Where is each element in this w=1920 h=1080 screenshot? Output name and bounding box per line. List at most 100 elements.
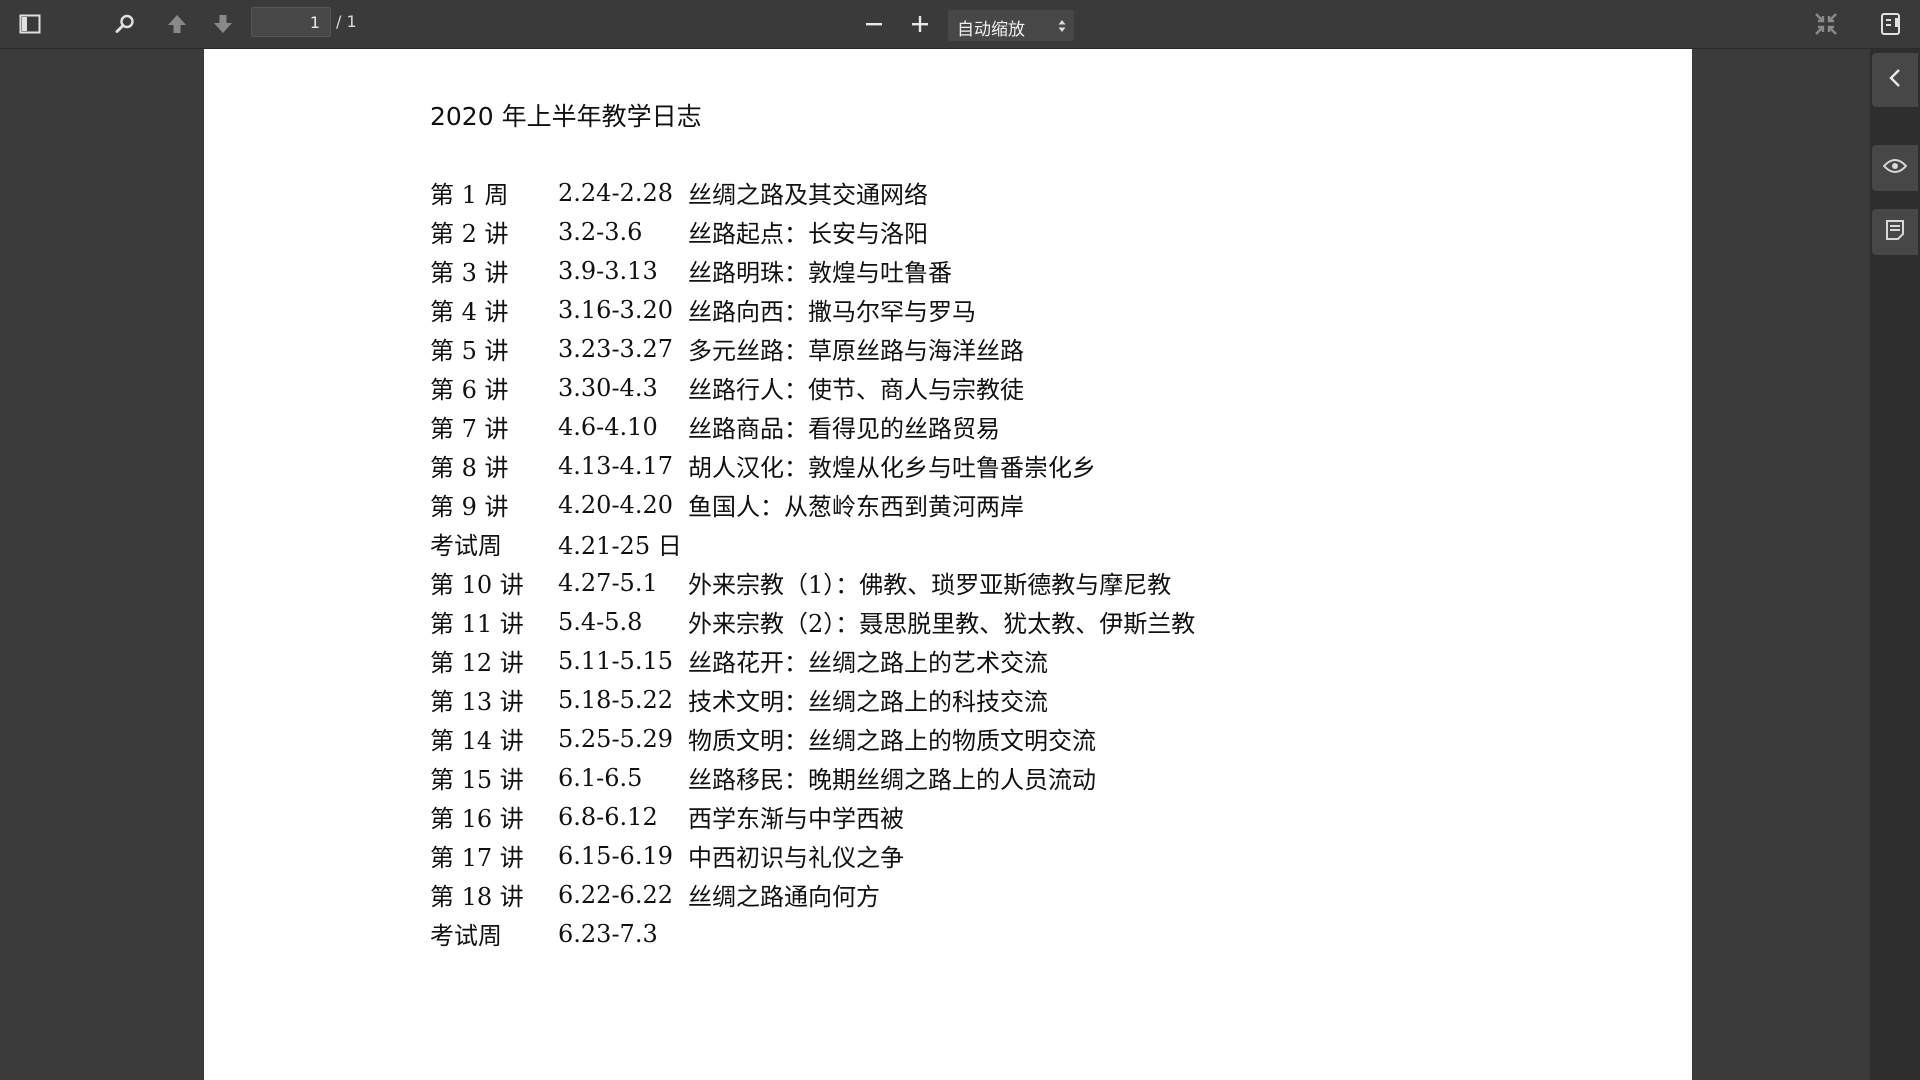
row-date: 6.1-6.5 xyxy=(558,763,643,792)
row-topic: 技术文明：丝绸之路上的科技交流 xyxy=(688,688,1048,716)
row-label: 第 5 讲 xyxy=(430,337,509,365)
plus-icon xyxy=(911,15,929,33)
schedule-row: 第 9 讲 4.20-4.20 鱼国人：从葱岭东西到黄河两岸 xyxy=(430,485,1530,524)
row-topic: 丝路向西：撒马尔罕与罗马 xyxy=(688,298,976,326)
row-topic: 鱼国人：从葱岭东西到黄河两岸 xyxy=(688,493,1024,521)
presentation-mode-button[interactable] xyxy=(1809,8,1843,40)
zoom-out-button[interactable] xyxy=(857,8,891,40)
schedule-row: 第 13 讲 5.18-5.22 技术文明：丝绸之路上的科技交流 xyxy=(430,680,1530,719)
schedule-row: 第 2 讲 3.2-3.6 丝路起点：长安与洛阳 xyxy=(430,212,1530,251)
schedule-row: 第 17 讲 6.15-6.19 中西初识与礼仪之争 xyxy=(430,836,1530,875)
document-title: 2020 年上半年教学日志 xyxy=(430,102,702,131)
row-topic: 多元丝路：草原丝路与海洋丝路 xyxy=(688,337,1024,365)
row-label: 考试周 xyxy=(430,532,502,560)
right-sidebar xyxy=(1870,49,1920,1080)
schedule-row: 第 16 讲 6.8-6.12 西学东渐与中学西被 xyxy=(430,797,1530,836)
row-date: 4.20-4.20 xyxy=(558,490,673,519)
toolbar: / 1 自动缩放 xyxy=(0,0,1920,49)
row-topic: 物质文明：丝绸之路上的物质文明交流 xyxy=(688,727,1096,755)
chevron-left-icon xyxy=(1888,68,1902,92)
schedule-row: 第 15 讲 6.1-6.5 丝路移民：晚期丝绸之路上的人员流动 xyxy=(430,758,1530,797)
row-date: 5.11-5.15 xyxy=(558,646,673,675)
eye-icon xyxy=(1882,158,1908,178)
row-label: 第 9 讲 xyxy=(430,493,509,521)
schedule-row: 第 4 讲 3.16-3.20 丝路向西：撒马尔罕与罗马 xyxy=(430,290,1530,329)
row-label: 第 8 讲 xyxy=(430,454,509,482)
schedule-row: 第 6 讲 3.30-4.3 丝路行人：使节、商人与宗教徒 xyxy=(430,368,1530,407)
bookmark-icon xyxy=(1879,12,1903,36)
row-label: 第 10 讲 xyxy=(430,571,524,599)
zoom-select-value: 自动缩放 xyxy=(957,20,1025,40)
row-label: 第 3 讲 xyxy=(430,259,509,287)
row-date: 3.30-4.3 xyxy=(558,373,658,402)
row-date: 5.25-5.29 xyxy=(558,724,673,753)
row-label: 第 4 讲 xyxy=(430,298,509,326)
row-date: 3.23-3.27 xyxy=(558,334,673,363)
notes-icon xyxy=(1885,219,1905,245)
page-count: / 1 xyxy=(336,12,357,31)
row-date: 6.8-6.12 xyxy=(558,802,658,831)
row-date: 4.13-4.17 xyxy=(558,451,673,480)
minus-icon xyxy=(865,15,883,33)
schedule-row: 第 10 讲 4.27-5.1 外来宗教（1）：佛教、琐罗亚斯德教与摩尼教 xyxy=(430,563,1530,602)
row-date: 2.24-2.28 xyxy=(558,178,673,207)
row-date: 3.9-3.13 xyxy=(558,256,658,285)
schedule-row: 第 11 讲 5.4-5.8 外来宗教（2）：聂思脱里教、犹太教、伊斯兰教 xyxy=(430,602,1530,641)
row-date: 4.21-25 日 xyxy=(558,532,682,560)
row-date: 4.6-4.10 xyxy=(558,412,658,441)
row-label: 第 7 讲 xyxy=(430,415,509,443)
schedule-row: 第 8 讲 4.13-4.17 胡人汉化：敦煌从化乡与吐鲁番崇化乡 xyxy=(430,446,1530,485)
search-icon xyxy=(114,13,136,35)
page-number-input[interactable] xyxy=(251,7,331,37)
bookmark-button[interactable] xyxy=(1874,8,1908,40)
row-label: 第 17 讲 xyxy=(430,844,524,872)
schedule-row: 考试周 6.23-7.3 xyxy=(430,914,1530,953)
schedule-row: 第 18 讲 6.22-6.22 丝绸之路通向何方 xyxy=(430,875,1530,914)
row-date: 5.4-5.8 xyxy=(558,607,643,636)
row-label: 第 16 讲 xyxy=(430,805,524,833)
row-date: 3.16-3.20 xyxy=(558,295,673,324)
row-label: 第 11 讲 xyxy=(430,610,524,638)
row-topic: 丝路明珠：敦煌与吐鲁番 xyxy=(688,259,952,287)
next-page-button[interactable] xyxy=(206,8,240,40)
row-label: 第 15 讲 xyxy=(430,766,524,794)
row-date: 4.27-5.1 xyxy=(558,568,658,597)
pdf-page: 2020 年上半年教学日志 第 1 周 2.24-2.28 丝绸之路及其交通网络第 … xyxy=(204,49,1692,1080)
row-date: 6.15-6.19 xyxy=(558,841,673,870)
row-topic: 丝路起点：长安与洛阳 xyxy=(688,220,928,248)
row-label: 第 6 讲 xyxy=(430,376,509,404)
find-button[interactable] xyxy=(108,8,142,40)
previous-page-button[interactable] xyxy=(160,8,194,40)
row-date: 6.22-6.22 xyxy=(558,880,673,909)
row-date: 3.2-3.6 xyxy=(558,217,643,246)
row-label: 第 1 周 xyxy=(430,181,509,209)
row-label: 第 2 讲 xyxy=(430,220,509,248)
row-topic: 西学东渐与中学西被 xyxy=(688,805,904,833)
arrow-down-icon xyxy=(212,13,234,35)
row-topic: 胡人汉化：敦煌从化乡与吐鲁番崇化乡 xyxy=(688,454,1096,482)
collapse-sidebar-button[interactable] xyxy=(1872,53,1918,107)
zoom-in-button[interactable] xyxy=(903,8,937,40)
arrow-up-icon xyxy=(166,13,188,35)
schedule-row: 第 14 讲 5.25-5.29 物质文明：丝绸之路上的物质文明交流 xyxy=(430,719,1530,758)
schedule-row: 第 12 讲 5.11-5.15 丝路花开：丝绸之路上的艺术交流 xyxy=(430,641,1530,680)
row-topic: 丝路行人：使节、商人与宗教徒 xyxy=(688,376,1024,404)
row-topic: 中西初识与礼仪之争 xyxy=(688,844,904,872)
schedule-row: 第 3 讲 3.9-3.13 丝路明珠：敦煌与吐鲁番 xyxy=(430,251,1530,290)
row-label: 考试周 xyxy=(430,922,502,950)
document-viewer[interactable]: 2020 年上半年教学日志 第 1 周 2.24-2.28 丝绸之路及其交通网络第 … xyxy=(0,49,1870,1080)
row-topic: 丝路移民：晚期丝绸之路上的人员流动 xyxy=(688,766,1096,794)
row-label: 第 18 讲 xyxy=(430,883,524,911)
row-label: 第 12 讲 xyxy=(430,649,524,677)
row-topic: 丝绸之路及其交通网络 xyxy=(688,181,928,209)
row-label: 第 14 讲 xyxy=(430,727,524,755)
row-label: 第 13 讲 xyxy=(430,688,524,716)
row-topic: 丝路花开：丝绸之路上的艺术交流 xyxy=(688,649,1048,677)
zoom-select[interactable]: 自动缩放 xyxy=(948,10,1074,41)
schedule-list: 第 1 周 2.24-2.28 丝绸之路及其交通网络第 2 讲 3.2-3.6 丝路起点… xyxy=(430,173,1530,953)
sidebar-toggle-button[interactable] xyxy=(13,8,47,40)
view-button[interactable] xyxy=(1872,145,1918,191)
row-topic: 外来宗教（1）：佛教、琐罗亚斯德教与摩尼教 xyxy=(688,571,1172,599)
schedule-row: 第 5 讲 3.23-3.27 多元丝路：草原丝路与海洋丝路 xyxy=(430,329,1530,368)
notes-button[interactable] xyxy=(1872,209,1918,255)
